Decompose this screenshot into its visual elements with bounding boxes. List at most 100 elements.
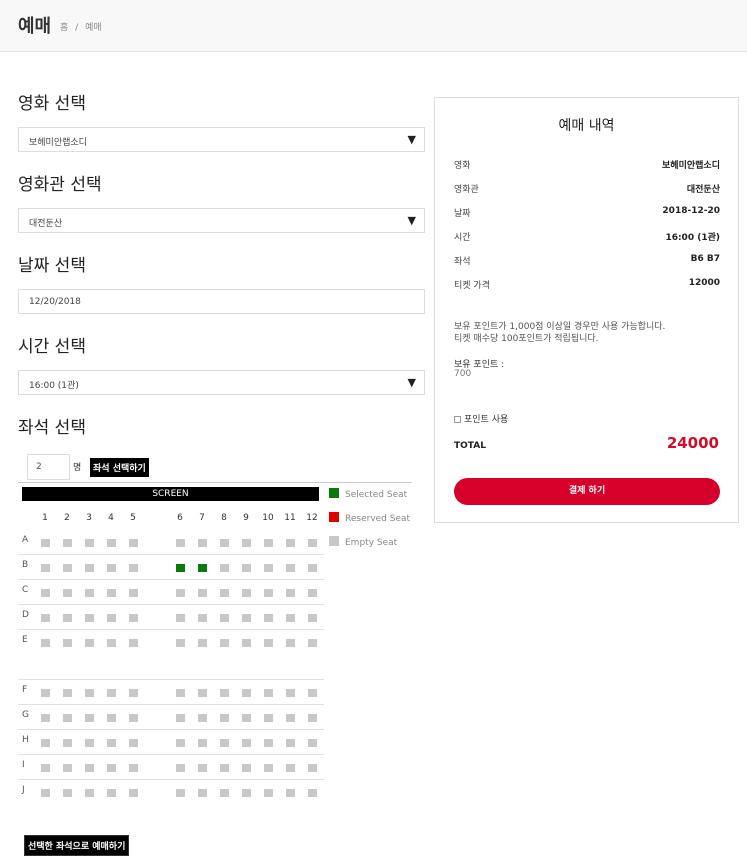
seat-I10[interactable] [264,764,273,772]
seat-F8[interactable] [220,689,229,697]
seat-F1[interactable] [41,689,50,697]
select-seats-button[interactable]: 좌석 선택하기 [90,458,149,477]
book-selected-seats-button[interactable]: 선택한 좌석으로 예매하기 [24,835,130,856]
seat-A1[interactable] [41,539,50,547]
seat-A10[interactable] [264,539,273,547]
seat-C10[interactable] [264,589,273,597]
seat-D12[interactable] [308,614,317,622]
seat-I8[interactable] [220,764,229,772]
seat-G3[interactable] [85,714,94,722]
seat-I6[interactable] [176,764,185,772]
seat-E3[interactable] [85,639,94,647]
seat-J6[interactable] [176,789,185,797]
seat-I7[interactable] [198,764,207,772]
seat-J7[interactable] [198,789,207,797]
seat-G12[interactable] [308,714,317,722]
seat-J1[interactable] [41,789,50,797]
seat-A8[interactable] [220,539,229,547]
seat-A4[interactable] [107,539,116,547]
seat-F12[interactable] [308,689,317,697]
seat-D1[interactable] [41,614,50,622]
seat-F9[interactable] [242,689,251,697]
seat-B11[interactable] [286,564,295,572]
seat-B8[interactable] [220,564,229,572]
seat-J12[interactable] [308,789,317,797]
seat-H7[interactable] [198,739,207,747]
seat-G2[interactable] [63,714,72,722]
seat-G1[interactable] [41,714,50,722]
seat-I1[interactable] [41,764,50,772]
seat-F5[interactable] [129,689,138,697]
seat-F7[interactable] [198,689,207,697]
seat-E1[interactable] [41,639,50,647]
seat-E6[interactable] [176,639,185,647]
seat-B4[interactable] [107,564,116,572]
seat-G4[interactable] [107,714,116,722]
seat-H10[interactable] [264,739,273,747]
seat-D9[interactable] [242,614,251,622]
seat-F10[interactable] [264,689,273,697]
seat-D6[interactable] [176,614,185,622]
seat-F6[interactable] [176,689,185,697]
checkbox-icon[interactable] [454,416,461,423]
seat-H11[interactable] [286,739,295,747]
seat-C9[interactable] [242,589,251,597]
time-select[interactable]: 16:00 (1관) ▼ [18,370,425,395]
seat-A5[interactable] [129,539,138,547]
seat-D5[interactable] [129,614,138,622]
seat-G8[interactable] [220,714,229,722]
seat-H12[interactable] [308,739,317,747]
seat-B9[interactable] [242,564,251,572]
ticket-count-input[interactable]: 2 [27,454,70,480]
seat-A9[interactable] [242,539,251,547]
seat-A3[interactable] [85,539,94,547]
seat-J9[interactable] [242,789,251,797]
seat-E11[interactable] [286,639,295,647]
seat-D4[interactable] [107,614,116,622]
seat-E5[interactable] [129,639,138,647]
seat-J4[interactable] [107,789,116,797]
seat-D8[interactable] [220,614,229,622]
seat-B7[interactable] [198,564,207,572]
seat-J10[interactable] [264,789,273,797]
seat-H3[interactable] [85,739,94,747]
seat-G10[interactable] [264,714,273,722]
date-input[interactable]: 12/20/2018 [18,289,425,314]
seat-E4[interactable] [107,639,116,647]
seat-B3[interactable] [85,564,94,572]
seat-C4[interactable] [107,589,116,597]
seat-B1[interactable] [41,564,50,572]
seat-I9[interactable] [242,764,251,772]
seat-C7[interactable] [198,589,207,597]
seat-E9[interactable] [242,639,251,647]
seat-C5[interactable] [129,589,138,597]
seat-H9[interactable] [242,739,251,747]
pay-button[interactable]: 결제 하기 [454,478,720,505]
seat-B5[interactable] [129,564,138,572]
seat-F11[interactable] [286,689,295,697]
seat-A2[interactable] [63,539,72,547]
seat-C11[interactable] [286,589,295,597]
seat-I3[interactable] [85,764,94,772]
seat-B10[interactable] [264,564,273,572]
seat-D2[interactable] [63,614,72,622]
seat-C6[interactable] [176,589,185,597]
use-points-checkbox[interactable]: 포인트 사용 [454,412,508,425]
seat-A6[interactable] [176,539,185,547]
seat-H1[interactable] [41,739,50,747]
seat-C8[interactable] [220,589,229,597]
seat-I12[interactable] [308,764,317,772]
seat-H5[interactable] [129,739,138,747]
seat-I11[interactable] [286,764,295,772]
seat-J11[interactable] [286,789,295,797]
seat-F3[interactable] [85,689,94,697]
seat-H4[interactable] [107,739,116,747]
seat-J2[interactable] [63,789,72,797]
seat-C3[interactable] [85,589,94,597]
seat-D7[interactable] [198,614,207,622]
seat-G6[interactable] [176,714,185,722]
seat-I2[interactable] [63,764,72,772]
seat-B12[interactable] [308,564,317,572]
seat-B6[interactable] [176,564,185,572]
seat-F2[interactable] [63,689,72,697]
